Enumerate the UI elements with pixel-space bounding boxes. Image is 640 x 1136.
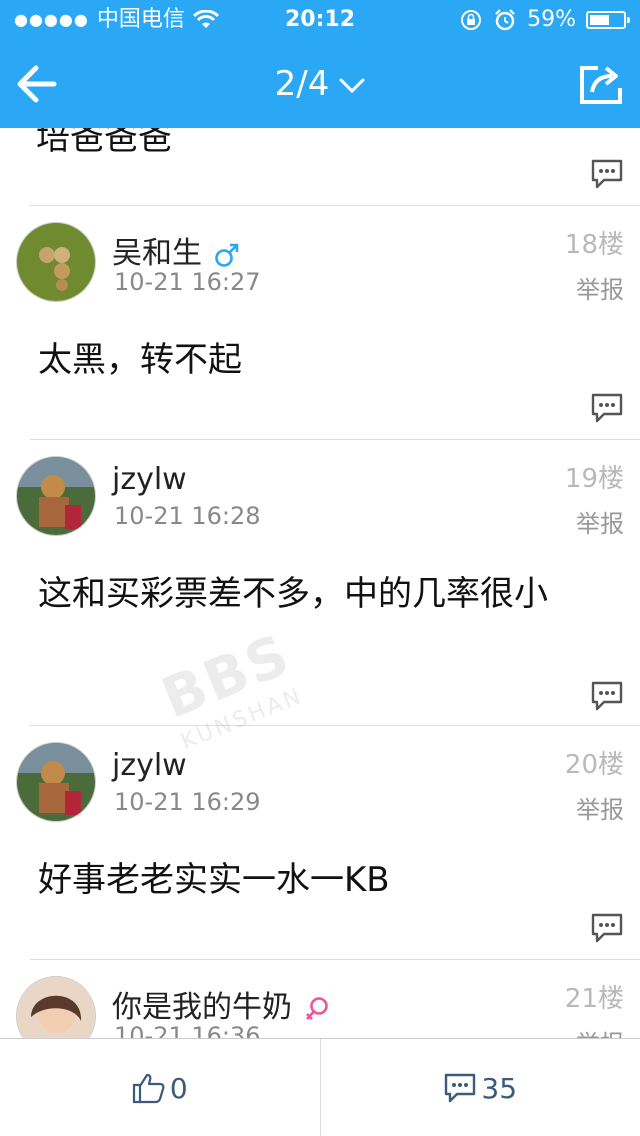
comment-icon[interactable] (590, 158, 624, 190)
reply-button[interactable]: 35 (321, 1039, 640, 1136)
floor-number: 21楼 (564, 984, 624, 1014)
username: 你是我的牛奶 (112, 990, 292, 1025)
username-row: jzylw (112, 748, 187, 783)
divider (30, 205, 640, 206)
like-button[interactable]: 0 (0, 1039, 320, 1136)
comment-icon[interactable] (590, 392, 624, 424)
avatar[interactable] (16, 742, 96, 822)
avatar[interactable] (16, 976, 96, 1038)
status-right: 59% (459, 0, 630, 40)
comment-icon (445, 1073, 476, 1103)
partial-post-text: 培爸爸爸 (36, 128, 172, 158)
avatar-image (17, 743, 95, 821)
comment-count: 35 (481, 1071, 518, 1105)
thread-page: ●●●●● 中国电信 20:12 59% 2/4 培爸爸爸 吴和生 10-21 … (0, 0, 640, 1136)
reply-content: 好事老老实实一水一KB (38, 860, 390, 900)
reply-list[interactable]: 培爸爸爸 吴和生 10-21 16:27 18楼 举报 太黑，转不起 jzylw… (0, 128, 640, 1038)
username: jzylw (112, 462, 187, 497)
username: jzylw (112, 748, 187, 783)
nav-bar: 2/4 (0, 40, 640, 128)
bottom-bar: 0 35 (0, 1038, 640, 1136)
avatar[interactable] (16, 222, 96, 302)
battery-fill (590, 15, 609, 25)
post-time: 10-21 16:27 (114, 268, 261, 296)
comment-icon[interactable] (590, 680, 624, 712)
page-selector[interactable]: 2/4 (0, 40, 640, 128)
page-title: 2/4 (274, 64, 330, 104)
divider (30, 959, 640, 960)
username-row: 吴和生 (112, 228, 240, 272)
report-link[interactable]: 举报 (576, 1024, 624, 1038)
alarm-icon (495, 9, 515, 31)
floor-number: 18楼 (564, 230, 624, 260)
battery-percent: 59% (527, 7, 576, 32)
username-row: jzylw (112, 462, 187, 497)
floor-number: 19楼 (564, 464, 624, 494)
share-icon[interactable] (578, 62, 624, 106)
male-icon (215, 243, 239, 267)
rotation-lock-icon (461, 10, 482, 30)
chevron-down-icon (339, 78, 365, 93)
floor-number: 20楼 (564, 750, 624, 780)
post-time: 10-21 16:28 (114, 502, 261, 530)
username: 吴和生 (112, 236, 202, 271)
thumbs-up-icon (132, 1073, 165, 1104)
reply-content: 这和买彩票差不多，中的几率很小 (38, 574, 548, 614)
status-bar: ●●●●● 中国电信 20:12 59% (0, 0, 640, 40)
watermark-small: KUNSHAN (177, 683, 307, 755)
avatar-image (17, 457, 95, 535)
post-time: 10-21 16:36 (114, 1022, 261, 1038)
username-row: 你是我的牛奶 (112, 982, 330, 1026)
avatar[interactable] (16, 456, 96, 536)
divider (30, 439, 640, 440)
report-link[interactable]: 举报 (576, 270, 624, 305)
reply-content: 太黑，转不起 (38, 340, 242, 380)
report-link[interactable]: 举报 (576, 790, 624, 825)
post-time: 10-21 16:29 (114, 788, 261, 816)
female-icon (306, 996, 328, 1020)
top-bar: ●●●●● 中国电信 20:12 59% 2/4 (0, 0, 640, 128)
comment-icon[interactable] (590, 912, 624, 944)
avatar-image (17, 223, 95, 301)
battery-icon (586, 11, 630, 29)
report-link[interactable]: 举报 (576, 504, 624, 539)
divider (30, 725, 640, 726)
avatar-image (17, 977, 95, 1038)
like-count: 0 (169, 1071, 188, 1105)
